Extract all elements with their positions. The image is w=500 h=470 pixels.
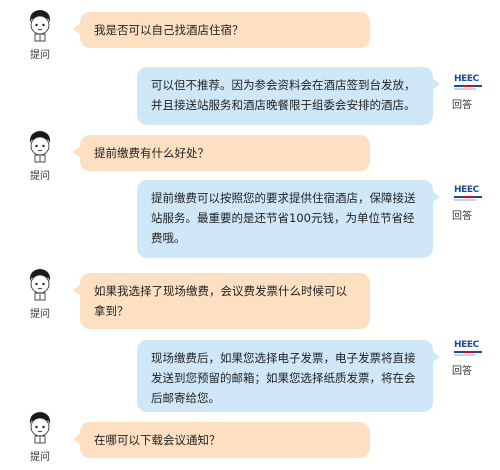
heec-logo: HEEC — [454, 340, 482, 358]
question-bubble: 提前缴费有什么好处？ — [73, 135, 370, 171]
asker-avatar: 提问 — [20, 127, 60, 185]
logo-text: HEEC — [454, 185, 479, 195]
boy-avatar-icon — [29, 10, 51, 42]
answer-label: 回答 — [452, 211, 472, 222]
question-bubble: 我是否可以自己找酒店住宿？ — [73, 12, 370, 48]
ask-label: 提问 — [30, 452, 50, 463]
boy-avatar-icon — [29, 269, 51, 301]
logo-text: HEEC — [454, 74, 479, 84]
answer-bubble: 可以但不推荐。因为参会资料会在酒店签到台发放，并且接送站服务和酒店晚餐限于组委会… — [137, 67, 440, 125]
answer-text: 可以但不推荐。因为参会资料会在酒店签到台发放，并且接送站服务和酒店晚餐限于组委会… — [151, 78, 416, 112]
question-bubble: 如果我选择了现场缴费，会议费发票什么时候可以拿到？ — [73, 273, 370, 329]
answerer-avatar: HEEC 回答 — [450, 340, 496, 380]
question-text: 在哪可以下载会议通知？ — [94, 433, 221, 447]
answer-bubble: 现场缴费后，如果您选择电子发票，电子发票将直接发送到您预留的邮箱；如果您选择纸质… — [137, 340, 440, 412]
question-text: 我是否可以自己找酒店住宿？ — [94, 23, 244, 37]
answer-label: 回答 — [452, 100, 472, 111]
answer-label: 回答 — [452, 366, 472, 377]
heec-logo: HEEC — [454, 185, 482, 203]
answerer-avatar: HEEC 回答 — [450, 185, 496, 225]
answer-bubble: 提前缴费可以按照您的要求提供住宿酒店，保障接送站服务。最重要的是还节省100元钱… — [137, 180, 440, 258]
faq-chat: 提问 我是否可以自己找酒店住宿？ 可以但不推荐。因为参会资料会在酒店签到台发放，… — [0, 0, 500, 470]
question-bubble: 在哪可以下载会议通知？ — [73, 422, 370, 458]
ask-label: 提问 — [30, 171, 50, 182]
boy-avatar-icon — [29, 412, 51, 444]
logo-text: HEEC — [454, 340, 479, 350]
answer-text: 现场缴费后，如果您选择电子发票，电子发票将直接发送到您预留的邮箱；如果您选择纸质… — [151, 351, 416, 405]
question-text: 如果我选择了现场缴费，会议费发票什么时候可以拿到？ — [94, 284, 347, 318]
asker-avatar: 提问 — [20, 265, 60, 323]
asker-avatar: 提问 — [20, 408, 60, 466]
answerer-avatar: HEEC 回答 — [450, 74, 496, 114]
asker-avatar: 提问 — [20, 6, 60, 64]
boy-avatar-icon — [29, 131, 51, 163]
heec-logo: HEEC — [454, 74, 482, 92]
answer-text: 提前缴费可以按照您的要求提供住宿酒店，保障接送站服务。最重要的是还节省100元钱… — [151, 191, 416, 245]
ask-label: 提问 — [30, 50, 50, 61]
question-text: 提前缴费有什么好处？ — [94, 146, 209, 160]
ask-label: 提问 — [30, 309, 50, 320]
